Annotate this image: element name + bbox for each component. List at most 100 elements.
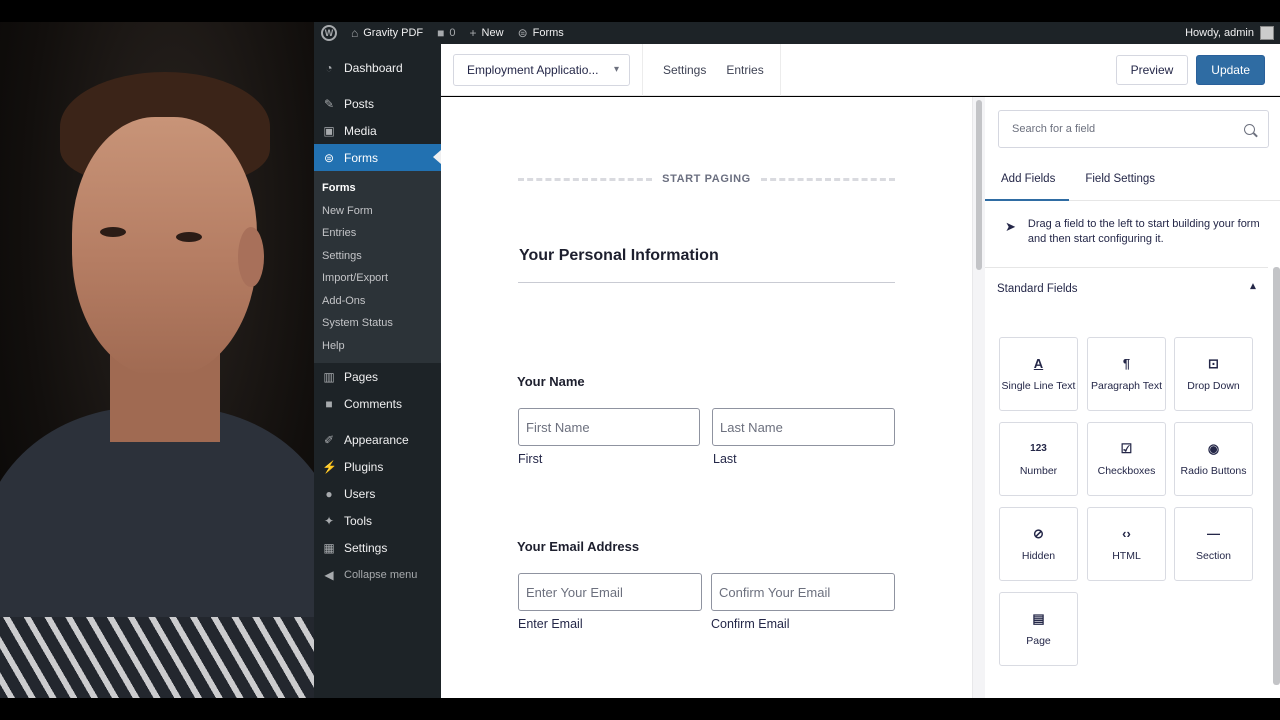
- field-search-input[interactable]: Search for a field: [998, 110, 1269, 148]
- settings-icon: ▦: [323, 540, 335, 555]
- users-icon: ●: [325, 486, 333, 501]
- menu-item-posts[interactable]: ✎ Posts: [314, 90, 441, 117]
- field-button-section[interactable]: — Section: [1174, 507, 1253, 581]
- new-content-link[interactable]: + New: [463, 22, 511, 44]
- submenu-item-system-status[interactable]: System Status: [314, 312, 441, 335]
- standard-fields-heading[interactable]: Standard Fields: [997, 283, 1078, 295]
- field-button-page[interactable]: ▤ Page: [999, 592, 1078, 666]
- canvas-scrollbar[interactable]: [972, 97, 985, 698]
- editor-toolbar: Employment Applicatio... ▾ Settings Entr…: [441, 43, 1280, 96]
- form-canvas: START PAGING Your Personal Information Y…: [441, 97, 972, 698]
- webcam-eye-left: [100, 227, 126, 237]
- canvas-scrollbar-thumb[interactable]: [976, 100, 982, 270]
- field-button-number[interactable]: 123 Number: [999, 422, 1078, 496]
- checkbox-icon: ☑: [1120, 440, 1133, 456]
- menu-label: Dashboard: [344, 60, 403, 75]
- email-field-label[interactable]: Your Email Address: [517, 539, 639, 554]
- toolbar-entries-link[interactable]: Entries: [716, 63, 773, 77]
- eye-slash-icon: ⊘: [1033, 525, 1044, 541]
- email-input[interactable]: Enter Your Email: [518, 573, 702, 611]
- tab-add-fields[interactable]: Add Fields: [985, 164, 1070, 201]
- paragraph-icon: ¶: [1122, 355, 1131, 371]
- media-icon: ▣: [323, 123, 335, 138]
- tab-field-settings[interactable]: Field Settings: [1069, 164, 1169, 201]
- menu-label: Collapse menu: [344, 568, 418, 581]
- menu-item-pages[interactable]: ▥ Pages: [314, 363, 441, 390]
- name-field-label[interactable]: Your Name: [517, 374, 585, 389]
- submenu-item-new-form[interactable]: New Form: [314, 200, 441, 223]
- new-label: New: [481, 27, 504, 39]
- field-button-radio-buttons[interactable]: ◉ Radio Buttons: [1174, 422, 1253, 496]
- menu-item-tools[interactable]: ✦ Tools: [314, 507, 441, 534]
- menu-item-comments[interactable]: ■ Comments: [314, 390, 441, 417]
- wordpress-icon: W: [321, 25, 337, 41]
- submenu-item-import-export[interactable]: Import/Export: [314, 267, 441, 290]
- brush-icon: ✐: [323, 432, 335, 447]
- field-button-label: Paragraph Text: [1090, 379, 1163, 392]
- submenu-item-forms[interactable]: Forms: [314, 177, 441, 200]
- section-title[interactable]: Your Personal Information: [519, 247, 719, 265]
- field-button-label: Hidden: [1021, 549, 1056, 562]
- menu-label: Plugins: [344, 459, 384, 474]
- webcam-eye-right: [176, 232, 202, 242]
- update-button[interactable]: Update: [1196, 54, 1265, 85]
- field-button-hidden[interactable]: ⊘ Hidden: [999, 507, 1078, 581]
- text-field-icon: A: [1033, 355, 1044, 371]
- start-paging-divider[interactable]: START PAGING: [518, 173, 895, 185]
- search-placeholder: Search for a field: [1012, 123, 1096, 135]
- menu-item-settings[interactable]: ▦ Settings: [314, 534, 441, 561]
- field-button-label: Section: [1195, 549, 1232, 562]
- submenu-item-add-ons[interactable]: Add-Ons: [314, 290, 441, 313]
- field-button-html[interactable]: ‹› HTML: [1087, 507, 1166, 581]
- menu-item-dashboard[interactable]: ◔ Dashboard: [314, 54, 441, 81]
- menu-label: Media: [344, 123, 377, 138]
- field-button-checkboxes[interactable]: ☑ Checkboxes: [1087, 422, 1166, 496]
- admin-bar: W ⌂ Gravity PDF ■ 0 + New ⊜ Forms Howdy, adm…: [314, 22, 1280, 44]
- field-button-label: Radio Buttons: [1180, 464, 1247, 477]
- field-button-single-line-text[interactable]: A Single Line Text: [999, 337, 1078, 411]
- wp-logo-menu[interactable]: W: [314, 22, 344, 44]
- field-button-label: Single Line Text: [1001, 379, 1076, 392]
- forms-link[interactable]: ⊜ Forms: [511, 22, 571, 44]
- confirm-email-input[interactable]: Confirm Your Email: [711, 573, 895, 611]
- page-icon: ▤: [1032, 610, 1045, 626]
- comments-link[interactable]: ■ 0: [430, 22, 462, 44]
- webcam-overlay: [0, 22, 314, 698]
- webcam-shirt-print: [0, 617, 314, 698]
- menu-label: Comments: [344, 396, 403, 411]
- code-icon: ‹›: [1122, 525, 1131, 541]
- site-name-link[interactable]: ⌂ Gravity PDF: [344, 22, 430, 44]
- submenu-item-settings[interactable]: Settings: [314, 245, 441, 268]
- drag-hint-text: Drag a field to the left to start buildi…: [1027, 218, 1260, 245]
- collapse-icon: ◀: [324, 567, 334, 582]
- preview-button[interactable]: Preview: [1115, 54, 1189, 85]
- form-name: Employment Applicatio...: [467, 62, 599, 77]
- panel-scrollbar[interactable]: [1273, 267, 1280, 685]
- menu-label: Posts: [344, 96, 375, 111]
- avatar: [1260, 26, 1274, 40]
- toolbar-settings-link[interactable]: Settings: [653, 63, 716, 77]
- first-name-input[interactable]: First Name: [518, 408, 700, 446]
- section-icon: —: [1207, 525, 1220, 541]
- form-switcher-dropdown[interactable]: Employment Applicatio... ▾: [453, 53, 630, 86]
- menu-item-users[interactable]: ● Users: [314, 480, 441, 507]
- collapse-menu-button[interactable]: ◀ Collapse menu: [314, 561, 441, 588]
- field-button-label: Number: [1019, 464, 1058, 477]
- field-button-paragraph-text[interactable]: ¶ Paragraph Text: [1087, 337, 1166, 411]
- menu-item-forms[interactable]: ⊜ Forms: [314, 144, 441, 171]
- menu-item-plugins[interactable]: ⚡ Plugins: [314, 453, 441, 480]
- my-account-link[interactable]: Howdy, admin: [1185, 26, 1280, 40]
- last-name-input[interactable]: Last Name: [712, 408, 895, 446]
- menu-label: Pages: [344, 369, 379, 384]
- wrench-icon: ✦: [323, 513, 335, 528]
- field-button-drop-down[interactable]: ⊡ Drop Down: [1174, 337, 1253, 411]
- menu-item-appearance[interactable]: ✐ Appearance: [314, 426, 441, 453]
- standard-fields-group: Standard Fields ▾ A Single Line Text ¶ Par…: [985, 267, 1268, 698]
- submenu-item-entries[interactable]: Entries: [314, 222, 441, 245]
- submenu-item-help[interactable]: Help: [314, 335, 441, 358]
- field-button-label: Page: [1026, 634, 1051, 647]
- number-icon: 123: [1030, 442, 1047, 454]
- menu-item-media[interactable]: ▣ Media: [314, 117, 441, 144]
- chevron-up-icon[interactable]: ▾: [1250, 280, 1256, 294]
- field-panel: Search for a field Add Fields Field Sett…: [985, 97, 1280, 698]
